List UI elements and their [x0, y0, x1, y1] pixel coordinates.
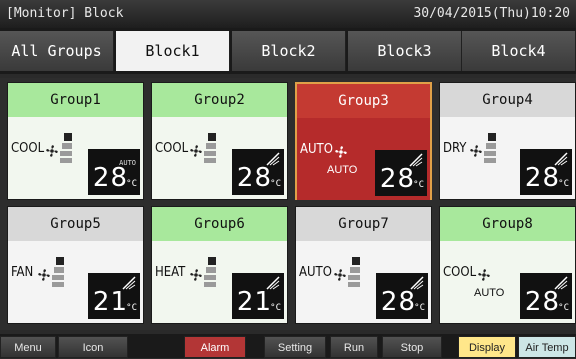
fan-icon	[190, 269, 202, 281]
group-card[interactable]: Group3 AUTO AUTO 28 °C	[295, 82, 432, 200]
set-temperature: 21	[92, 287, 128, 317]
group-status: AUTO 28 °C	[296, 241, 431, 323]
mode-label: AUTO	[299, 265, 332, 280]
fan-level-icon	[484, 133, 496, 163]
setting-button[interactable]: Setting	[264, 336, 326, 358]
group-name: Group3	[297, 84, 430, 118]
mode-label: AUTO	[300, 142, 333, 157]
fan-icon	[38, 269, 50, 281]
group-status: HEAT 21 °C	[152, 241, 287, 323]
fan-icon	[190, 145, 202, 157]
temperature-display: 28 °C	[520, 273, 572, 319]
group-status: COOL 28 °C	[152, 117, 287, 199]
temperature-display: 21 °C	[232, 273, 284, 319]
block-tabs: All Groups Block1 Block2 Block3 Block4	[0, 28, 576, 74]
set-temperature: 28	[524, 163, 560, 193]
group-card[interactable]: Group8 COOL AUTO 28 °C	[439, 206, 576, 324]
temperature-unit: °C	[126, 179, 137, 189]
set-temperature: 28	[92, 163, 128, 193]
datetime: 30/04/2015(Thu)10:20	[413, 6, 570, 21]
group-name: Group6	[152, 207, 287, 241]
group-name: Group4	[440, 83, 575, 117]
temperature-display: 28 °C	[520, 149, 572, 195]
temperature-display: AUTO 28 °C	[88, 149, 140, 195]
group-card[interactable]: Group2 COOL 28 °C	[151, 82, 288, 200]
temperature-unit: °C	[270, 179, 281, 189]
group-card[interactable]: Group1 COOL AUTO 28 °C	[7, 82, 144, 200]
fan-auto-label: AUTO	[474, 287, 505, 299]
set-temperature: 28	[380, 287, 416, 317]
temperature-display: 28 °C	[376, 273, 428, 319]
group-name: Group7	[296, 207, 431, 241]
group-status: COOL AUTO 28 °C	[8, 117, 143, 199]
fan-icon	[470, 145, 482, 157]
fan-level-icon	[52, 257, 64, 287]
air-temp-button[interactable]: Air Temp	[518, 336, 576, 358]
fan-auto-label: AUTO	[327, 164, 358, 176]
group-status: AUTO AUTO 28 °C	[297, 118, 430, 200]
tab-block1[interactable]: Block1	[116, 31, 230, 71]
temperature-unit: °C	[270, 303, 281, 313]
group-name: Group5	[8, 207, 143, 241]
group-card[interactable]: Group7 AUTO 28 °C	[295, 206, 432, 324]
fan-level-icon	[204, 133, 216, 163]
fan-icon	[46, 145, 58, 157]
temperature-unit: °C	[558, 179, 569, 189]
temperature-unit: °C	[558, 303, 569, 313]
menu-button[interactable]: Menu	[0, 336, 56, 358]
mode-label: COOL	[443, 265, 477, 280]
temperature-display: 21 °C	[88, 273, 140, 319]
group-name: Group8	[440, 207, 575, 241]
mode-label: COOL	[11, 141, 45, 156]
group-name: Group2	[152, 83, 287, 117]
set-temperature: 28	[236, 163, 272, 193]
fan-icon	[478, 269, 490, 281]
group-card[interactable]: Group6 HEAT 21 °C	[151, 206, 288, 324]
tab-block2[interactable]: Block2	[232, 31, 346, 71]
mode-label: FAN	[11, 265, 34, 280]
temperature-unit: °C	[413, 180, 424, 190]
temperature-unit: °C	[414, 303, 425, 313]
tab-block3[interactable]: Block3	[348, 31, 462, 71]
bottom-toolbar: Menu Icon Alarm Setting Run Stop Display…	[0, 334, 576, 358]
stop-button[interactable]: Stop	[382, 336, 442, 358]
set-temperature: 21	[236, 287, 272, 317]
fan-icon	[335, 146, 347, 158]
group-status: DRY 28 °C	[440, 117, 575, 199]
tab-block4[interactable]: Block4	[462, 31, 576, 71]
icon-button[interactable]: Icon	[58, 336, 128, 358]
group-card[interactable]: Group5 FAN 21 °C	[7, 206, 144, 324]
set-temperature: 28	[524, 287, 560, 317]
tab-all-groups[interactable]: All Groups	[0, 31, 114, 71]
run-button[interactable]: Run	[330, 336, 378, 358]
group-name: Group1	[8, 83, 143, 117]
temperature-display: 28 °C	[232, 149, 284, 195]
mode-label: HEAT	[155, 265, 186, 280]
set-temperature: 28	[379, 164, 415, 194]
group-status: COOL AUTO 28 °C	[440, 241, 575, 323]
group-status: FAN 21 °C	[8, 241, 143, 323]
alarm-button[interactable]: Alarm	[184, 336, 246, 358]
window-title: [Monitor] Block	[6, 6, 124, 21]
title-bar: [Monitor] Block 30/04/2015(Thu)10:20	[0, 0, 576, 28]
fan-icon	[334, 269, 346, 281]
fan-level-icon	[204, 257, 216, 287]
temperature-display: 28 °C	[375, 150, 427, 196]
group-card[interactable]: Group4 DRY 28 °C	[439, 82, 576, 200]
groups-grid: Group1 COOL AUTO 28 °C Group2 COOL 28 °C…	[0, 78, 576, 330]
mode-label: COOL	[155, 141, 189, 156]
mode-label: DRY	[443, 141, 467, 156]
temperature-unit: °C	[126, 303, 137, 313]
fan-level-icon	[60, 133, 72, 163]
fan-level-icon	[348, 257, 360, 287]
display-button[interactable]: Display	[458, 336, 516, 358]
